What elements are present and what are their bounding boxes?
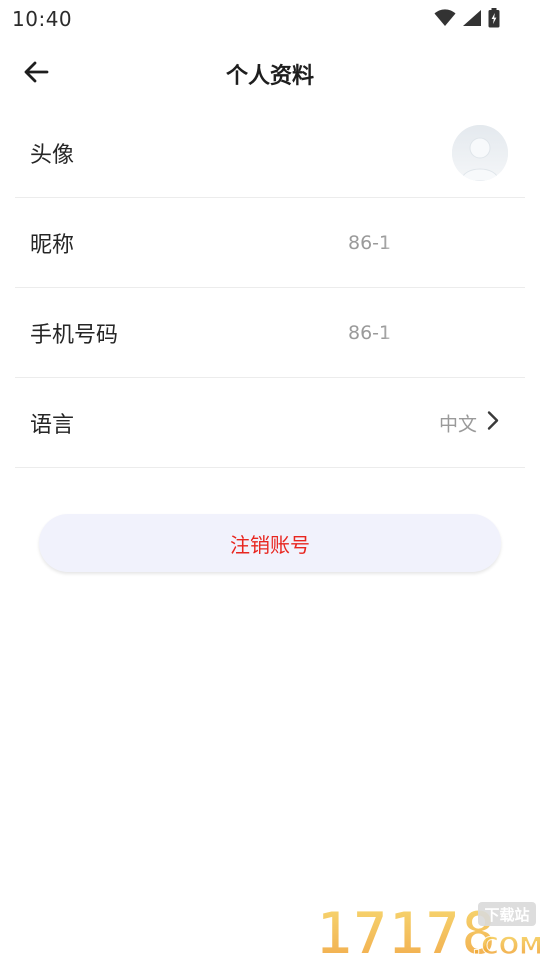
profile-screen: 10:40 个人资料 头像 昵称 86-1 手机号码 86-1 语言 中文 注销… xyxy=(0,0,540,960)
status-icons xyxy=(434,7,500,29)
chevron-right-icon xyxy=(487,411,499,435)
profile-list: 头像 昵称 86-1 手机号码 86-1 语言 中文 xyxy=(15,108,525,468)
status-bar: 10:40 xyxy=(0,0,540,36)
language-label: 语言 xyxy=(30,412,75,438)
deactivate-account-button[interactable]: 注销账号 xyxy=(39,514,501,572)
watermark-logo: 17178 下载站 .COM xyxy=(312,896,540,960)
avatar[interactable] xyxy=(452,124,508,181)
avatar-label: 头像 xyxy=(30,142,75,168)
watermark-badge: 下载站 xyxy=(484,906,529,924)
language-row[interactable]: 语言 中文 xyxy=(15,378,525,468)
watermark-number: 17178 xyxy=(316,899,497,960)
watermark-suffix: .COM xyxy=(472,932,540,960)
status-time: 10:40 xyxy=(12,7,73,31)
language-value: 中文 xyxy=(438,413,477,435)
phone-value: 86-1 xyxy=(348,321,392,344)
header: 个人资料 xyxy=(0,48,540,98)
nickname-value: 86-1 xyxy=(348,231,392,254)
battery-charging-icon xyxy=(488,8,500,28)
avatar-row[interactable]: 头像 xyxy=(15,108,525,198)
wifi-icon xyxy=(434,9,456,27)
page-title: 个人资料 xyxy=(225,64,314,89)
phone-label: 手机号码 xyxy=(30,322,119,348)
nickname-label: 昵称 xyxy=(30,232,75,258)
cellular-signal-icon xyxy=(462,9,482,27)
language-value-group: 中文 xyxy=(439,409,499,436)
nickname-row[interactable]: 昵称 86-1 xyxy=(15,198,525,288)
phone-row[interactable]: 手机号码 86-1 xyxy=(15,288,525,378)
